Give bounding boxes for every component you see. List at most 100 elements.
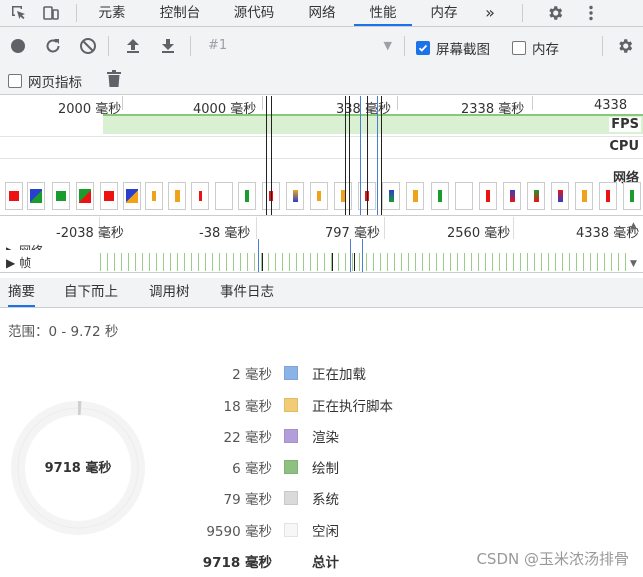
screenshot-thumbnail [479, 182, 497, 210]
fps-graph [103, 114, 643, 134]
idle-swatch [284, 523, 298, 537]
timeline-detail[interactable]: -2038 毫秒 -38 毫秒 797 毫秒 2560 毫秒 4338 毫秒 ▶… [0, 217, 643, 273]
gear-icon[interactable] [544, 2, 566, 24]
screenshot-thumbnail [310, 182, 328, 210]
more-tabs-button[interactable]: » [478, 0, 502, 26]
frame-tick [520, 253, 521, 271]
kebab-menu-icon[interactable] [580, 2, 602, 24]
tab-sources[interactable]: 源代码 [222, 0, 286, 26]
trash-icon[interactable] [103, 68, 125, 90]
ruler-tick [397, 96, 398, 110]
frames-track[interactable]: ▶ 帧 [6, 254, 31, 271]
frame-tick [212, 253, 213, 271]
summary-label: 正在加载 [312, 367, 366, 383]
frame-tick [478, 253, 479, 271]
frame-tick [254, 253, 255, 271]
tab-call-tree[interactable]: 调用树 [149, 278, 190, 307]
inspect-cursor-icon[interactable] [8, 2, 30, 24]
web-vitals-checkbox[interactable]: 网页指标 [8, 71, 82, 91]
frame-tick [541, 253, 542, 271]
screenshot-thumbnail [406, 182, 424, 210]
frame-tick [450, 253, 451, 271]
device-toolbar-icon[interactable] [40, 2, 62, 24]
ruler-tick [532, 96, 533, 110]
frame-tick [625, 253, 626, 271]
tab-memory[interactable]: 内存 [418, 0, 470, 26]
scroll-up-icon[interactable]: ▲ [630, 221, 640, 231]
reload-record-icon[interactable] [42, 35, 64, 57]
scripting-swatch [284, 398, 298, 412]
scroll-down-icon[interactable]: ▼ [630, 259, 640, 269]
expand-triangle-icon: ▶ [6, 244, 15, 250]
tab-performance[interactable]: 性能 [354, 0, 412, 26]
summary-label: 绘制 [312, 461, 339, 477]
summary-value: 6 毫秒 [232, 461, 272, 477]
frame-tick [275, 253, 276, 271]
tab-summary[interactable]: 摘要 [8, 278, 35, 307]
summary-total-label: 总计 [312, 555, 339, 571]
detail-ruler-label: 2560 毫秒 [447, 226, 511, 241]
frame-tick [436, 253, 437, 271]
timeline-overview[interactable]: 2000 毫秒 4000 毫秒 338 毫秒 2338 毫秒 4338 毫秒 F… [0, 96, 643, 216]
frame-tick [569, 253, 570, 271]
ruler-tick [384, 217, 385, 239]
ruler-tick [256, 217, 257, 239]
total-spacer [284, 554, 298, 568]
frame-tick [191, 253, 192, 271]
performance-toolbar: #1 ▼ 屏幕截图 内存 [0, 27, 643, 65]
summary-value: 18 毫秒 [223, 399, 272, 415]
tab-event-log[interactable]: 事件日志 [220, 278, 274, 307]
summary-value: 22 毫秒 [223, 430, 272, 446]
screenshot-thumbnail [123, 182, 141, 210]
divider [0, 158, 643, 159]
tab-bottom-up[interactable]: 自下而上 [64, 278, 118, 307]
donut-total-label: 9718 毫秒 [44, 461, 112, 476]
divider [76, 4, 77, 22]
screenshot-thumbnail [27, 182, 45, 210]
summary-value: 9590 毫秒 [206, 524, 272, 540]
frame-tick [457, 253, 458, 271]
summary-label: 系统 [312, 492, 339, 508]
frame-tick [345, 253, 346, 271]
frame-tick [380, 253, 381, 271]
summary-label: 空闲 [312, 524, 339, 540]
tab-network[interactable]: 网络 [296, 0, 348, 26]
frame-tick [422, 253, 423, 271]
profile-select-value: #1 [208, 38, 228, 53]
frames-track-label: 帧 [19, 256, 32, 270]
screenshot-thumbnail [145, 182, 163, 210]
frame-tick [205, 253, 206, 271]
summary-total-value: 9718 毫秒 [202, 555, 272, 571]
upload-profile-icon[interactable] [122, 35, 144, 57]
tab-elements[interactable]: 元素 [86, 0, 138, 26]
frame-tick [177, 253, 178, 271]
frame-tick [387, 253, 388, 271]
clear-icon[interactable] [77, 35, 99, 57]
painting-swatch [284, 460, 298, 474]
screenshot-thumbnail [215, 182, 233, 210]
screenshot-thumbnail [286, 182, 304, 210]
divider [0, 136, 643, 137]
profile-select[interactable]: #1 ▼ [200, 35, 396, 57]
chevron-down-icon: ▼ [383, 39, 392, 52]
selection-marker [377, 96, 378, 215]
divider [404, 36, 405, 56]
expand-triangle-icon: ▶ [6, 256, 16, 270]
network-track[interactable]: ▶ 网络 [6, 242, 43, 250]
frame-tick [282, 253, 283, 271]
capture-settings-gear-icon[interactable] [614, 35, 636, 57]
record-icon[interactable] [7, 35, 29, 57]
performance-toolbar-secondary: 网页指标 [0, 65, 643, 95]
frame-tick [338, 253, 339, 271]
download-profile-icon[interactable] [157, 35, 179, 57]
memory-checkbox[interactable]: 内存 [512, 38, 559, 58]
summary-row-rendering: 22 毫秒 渲染 [160, 426, 339, 446]
selection-marker [258, 239, 259, 272]
frame-tick [198, 253, 199, 271]
frame-tick [499, 253, 500, 271]
frame-tick [562, 253, 563, 271]
screenshots-checkbox[interactable]: 屏幕截图 [416, 38, 490, 58]
tab-console[interactable]: 控制台 [148, 0, 212, 26]
detail-ruler-label: -2038 毫秒 [56, 226, 124, 241]
selection-marker [345, 96, 346, 215]
